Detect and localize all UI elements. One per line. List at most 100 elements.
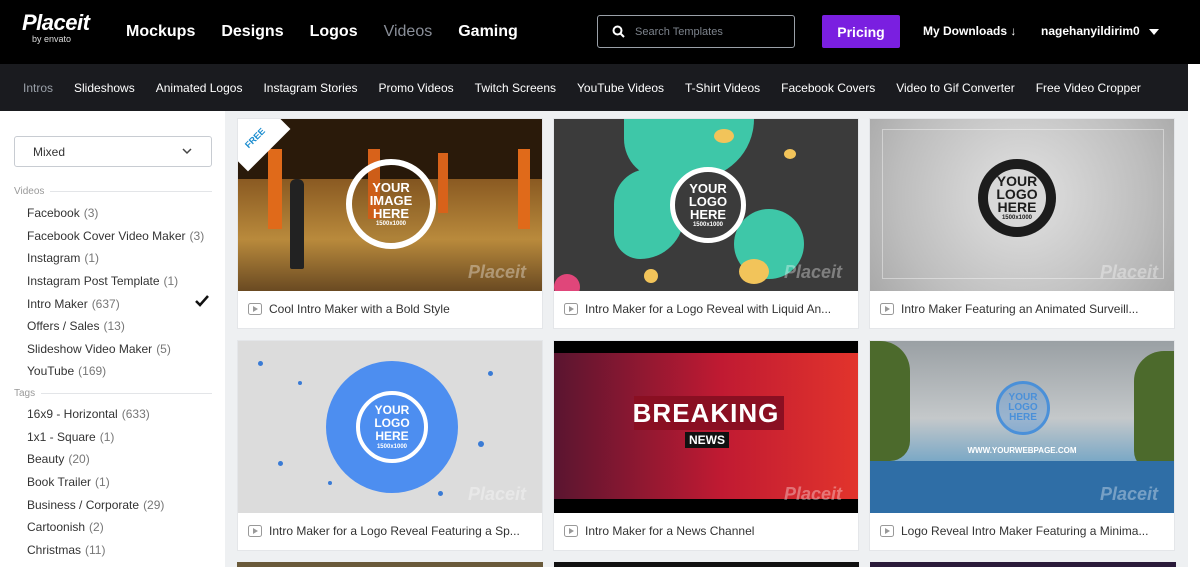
tag-item-1x1[interactable]: 1x1 - Square (1) xyxy=(27,426,217,449)
subnav-instagram-stories[interactable]: Instagram Stories xyxy=(263,81,357,95)
filter-label: Facebook xyxy=(27,206,80,221)
card-caption[interactable]: Logo Reveal Intro Maker Featuring a Mini… xyxy=(880,524,1166,538)
play-icon xyxy=(248,525,262,537)
filter-count: (3) xyxy=(83,206,99,221)
subnav-tshirt-videos[interactable]: T-Shirt Videos xyxy=(685,81,760,95)
tag-item-16x9[interactable]: 16x9 - Horizontal (633) xyxy=(27,403,217,426)
subnav-twitch-screens[interactable]: Twitch Screens xyxy=(475,81,556,95)
placeholder-logo: YOUR LOGO HERE xyxy=(996,381,1050,435)
filter-count: (169) xyxy=(78,364,107,379)
nav-gaming[interactable]: Gaming xyxy=(458,23,518,41)
watermark: Placeit xyxy=(1099,484,1158,504)
filter-count: (637) xyxy=(91,296,120,311)
website-text: WWW.YOURWEBPAGE.COM xyxy=(967,446,1077,455)
placeholder-line-3: HERE xyxy=(997,198,1037,215)
next-row-card-peek xyxy=(870,562,1176,567)
video-thumbnail[interactable]: YOUR LOGO HERE 1500x1000 Placeit xyxy=(554,119,858,291)
placeholder-size: 1500x1000 xyxy=(375,220,407,227)
template-card[interactable]: YOUR LOGO HERE 1500x1000 Placeit Intro Make… xyxy=(237,340,543,551)
video-thumbnail[interactable]: YOUR LOGO HERE 1500x1000 Placeit xyxy=(238,341,542,513)
placeholder-logo: YOUR LOGO HERE 1500x1000 xyxy=(356,391,428,463)
placeholder-size: 1500x1000 xyxy=(692,221,724,228)
tag-label: Beauty xyxy=(27,452,65,467)
tag-count: (633) xyxy=(121,407,150,422)
filter-item-facebook[interactable]: Facebook (3) xyxy=(27,202,217,225)
tag-item-cartoonish[interactable]: Cartoonish (2) xyxy=(27,516,217,539)
placeholder-line-1: YOUR xyxy=(374,402,410,417)
filter-item-intro-maker[interactable]: Intro Maker (637) xyxy=(27,292,217,315)
nav-logos[interactable]: Logos xyxy=(310,23,358,41)
template-card[interactable]: FREE YOUR IMAGE HERE 1500x1000 Placeit Cool… xyxy=(237,118,543,329)
video-thumbnail[interactable]: FREE YOUR IMAGE HERE 1500x1000 Placeit xyxy=(238,119,542,291)
filter-sidebar: Mixed Videos Facebook (3) Facebook Cover … xyxy=(0,111,225,567)
card-caption[interactable]: Intro Maker for a Logo Reveal Featuring … xyxy=(248,524,534,538)
tag-label: Book Trailer xyxy=(27,475,92,490)
placeholder-line-2: LOGO xyxy=(374,415,410,430)
card-caption[interactable]: Intro Maker Featuring an Animated Survei… xyxy=(880,302,1166,316)
news-tag: NEWS xyxy=(685,432,729,448)
page-scrollbar[interactable] xyxy=(1188,64,1200,567)
nav-mockups[interactable]: Mockups xyxy=(126,23,195,41)
nav-designs[interactable]: Designs xyxy=(221,23,283,41)
user-menu[interactable]: nagehanyildirim0 xyxy=(1041,24,1160,38)
subnav-gif-converter[interactable]: Video to Gif Converter xyxy=(896,81,1015,95)
tag-item-christmas[interactable]: Christmas (11) xyxy=(27,539,217,562)
template-card[interactable]: YOUR LOGO HERE 1500x1000 Placeit Intro Make… xyxy=(553,118,859,329)
subnav-youtube-videos[interactable]: YouTube Videos xyxy=(577,81,664,95)
tag-label: Christmas xyxy=(27,542,82,557)
category-subnav: Intros Slideshows Animated Logos Instagr… xyxy=(0,64,1188,111)
tag-item-beauty[interactable]: Beauty (20) xyxy=(27,448,217,471)
video-thumbnail[interactable]: YOUR LOGO HERE 1500x1000 Placeit xyxy=(870,119,1174,291)
video-thumbnail[interactable]: BREAKING NEWS Placeit xyxy=(554,341,858,513)
filter-label: Intro Maker xyxy=(27,296,88,311)
my-downloads-link[interactable]: My Downloads ↓ xyxy=(923,24,1016,38)
breaking-headline: BREAKING xyxy=(632,398,780,428)
filter-count: (5) xyxy=(156,341,171,356)
watermark: Placeit xyxy=(783,262,842,282)
filter-item-facebook-cover[interactable]: Facebook Cover Video Maker (3) xyxy=(27,225,217,248)
subnav-video-cropper[interactable]: Free Video Cropper xyxy=(1036,81,1141,95)
card-title: Intro Maker for a Logo Reveal with Liqui… xyxy=(585,302,832,316)
subnav-intros[interactable]: Intros xyxy=(23,81,53,95)
videos-filter-list: Facebook (3) Facebook Cover Video Maker (3… xyxy=(27,202,217,383)
nav-videos[interactable]: Videos xyxy=(384,23,433,41)
brand-sub: by envato xyxy=(32,34,72,44)
tag-item-business[interactable]: Business / Corporate (29) xyxy=(27,493,217,516)
tag-item-book-trailer[interactable]: Book Trailer (1) xyxy=(27,471,217,494)
template-card[interactable]: BREAKING NEWS Placeit Intro Maker for a … xyxy=(553,340,859,551)
placeholder-line-3: HERE xyxy=(1009,412,1037,423)
card-caption[interactable]: Cool Intro Maker with a Bold Style xyxy=(248,302,534,316)
watermark: Placeit xyxy=(783,484,842,504)
subnav-facebook-covers[interactable]: Facebook Covers xyxy=(781,81,875,95)
subnav-promo-videos[interactable]: Promo Videos xyxy=(379,81,454,95)
template-card[interactable]: YOUR LOGO HERE 1500x1000 Placeit Intro Make… xyxy=(869,118,1175,329)
card-caption[interactable]: Intro Maker for a News Channel xyxy=(564,524,850,538)
chevron-down-icon xyxy=(182,148,192,155)
filter-item-slideshow-maker[interactable]: Slideshow Video Maker (5) xyxy=(27,338,217,361)
card-title: Intro Maker for a News Channel xyxy=(585,524,755,538)
caret-down-icon xyxy=(1149,29,1160,35)
subnav-slideshows[interactable]: Slideshows xyxy=(74,81,135,95)
subnav-animated-logos[interactable]: Animated Logos xyxy=(156,81,243,95)
card-caption[interactable]: Intro Maker for a Logo Reveal with Liqui… xyxy=(564,302,850,316)
tags-section-heading: Tags xyxy=(14,388,212,399)
top-navbar: Placeit by envato Mockups Designs Logos … xyxy=(0,0,1200,64)
filter-item-instagram-post[interactable]: Instagram Post Template (1) xyxy=(27,270,217,293)
card-title: Cool Intro Maker with a Bold Style xyxy=(269,302,450,316)
video-thumbnail[interactable]: YOUR LOGO HERE WWW.YOURWEBPAGE.COM Placeit xyxy=(870,341,1174,513)
card-title: Intro Maker for a Logo Reveal Featuring … xyxy=(269,524,520,538)
next-row-card-peek xyxy=(554,562,859,567)
placeit-logo[interactable]: Placeit by envato xyxy=(22,12,90,45)
tag-count: (2) xyxy=(89,520,104,535)
placeholder-line-3: HERE xyxy=(372,205,410,221)
filter-item-instagram[interactable]: Instagram (1) xyxy=(27,247,217,270)
search-input[interactable]: Search Templates xyxy=(597,15,795,48)
play-icon xyxy=(564,303,578,315)
filter-item-youtube[interactable]: YouTube (169) xyxy=(27,360,217,383)
pricing-button[interactable]: Pricing xyxy=(822,15,900,48)
filter-item-offers-sales[interactable]: Offers / Sales (13) xyxy=(27,315,217,338)
template-card[interactable]: YOUR LOGO HERE WWW.YOURWEBPAGE.COM Placeit… xyxy=(869,340,1175,551)
sort-select[interactable]: Mixed xyxy=(14,136,212,167)
placeholder-logo: YOUR IMAGE HERE 1500x1000 xyxy=(346,159,436,249)
main-nav: Mockups Designs Logos Videos Gaming xyxy=(126,0,544,64)
